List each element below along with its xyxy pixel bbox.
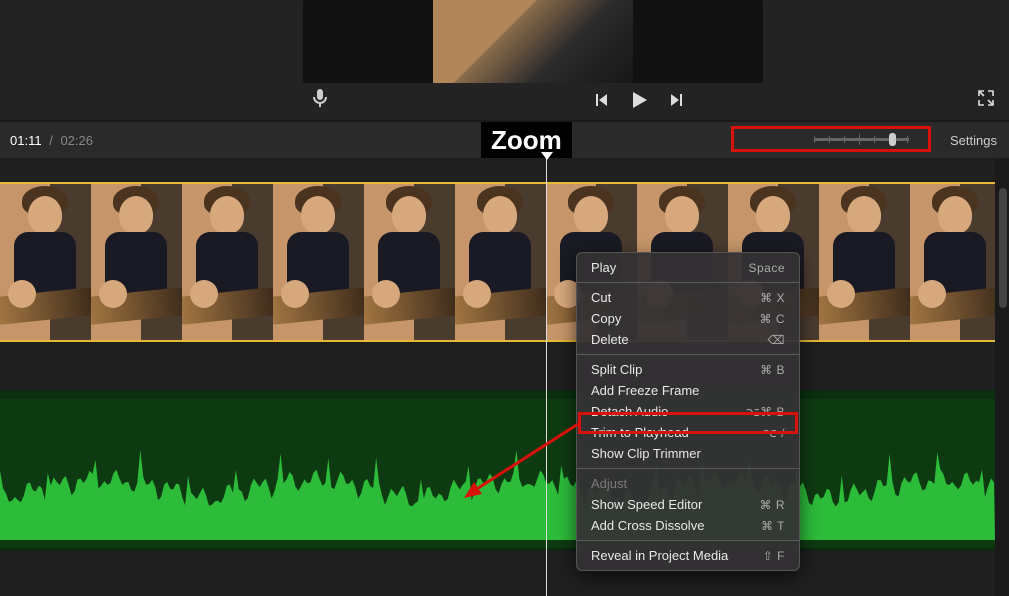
- preview-frame: [433, 0, 633, 83]
- vertical-scrollbar-thumb[interactable]: [999, 188, 1007, 308]
- transport-bar: [303, 85, 1003, 115]
- menu-item-shortcut: ⌘ R: [760, 498, 786, 512]
- vertical-scrollbar[interactable]: [995, 158, 1009, 596]
- menu-item-add-freeze-frame[interactable]: Add Freeze Frame: [577, 380, 799, 401]
- menu-item-show-clip-trimmer[interactable]: Show Clip Trimmer: [577, 443, 799, 464]
- video-thumbnail: [273, 184, 364, 340]
- audio-waveform: [0, 440, 995, 540]
- timeline[interactable]: [0, 158, 995, 596]
- audio-track[interactable]: [0, 390, 995, 550]
- video-thumbnail: [455, 184, 546, 340]
- current-time: 01:11: [10, 133, 42, 148]
- play-icon[interactable]: [629, 90, 649, 110]
- video-thumbnail: [91, 184, 182, 340]
- menu-item-label: Copy: [591, 311, 621, 326]
- menu-item-split-clip[interactable]: Split Clip ⌘ B: [577, 359, 799, 380]
- time-separator: /: [49, 133, 53, 148]
- menu-item-shortcut: Space: [748, 261, 785, 275]
- menu-item-label: Show Speed Editor: [591, 497, 702, 512]
- menu-item-label: Detach Audio: [591, 404, 668, 419]
- voiceover-mic-icon[interactable]: [313, 89, 327, 112]
- menu-item-shortcut: ⌘ B: [760, 363, 785, 377]
- audio-track-header: [0, 391, 995, 399]
- zoom-slider-thumb[interactable]: [889, 133, 896, 146]
- viewer-panel: [0, 0, 1009, 120]
- menu-item-shortcut: ⌥ /: [763, 426, 785, 440]
- menu-separator: [577, 282, 799, 283]
- menu-item-play[interactable]: Play Space: [577, 257, 799, 278]
- menu-item-adjust: Adjust: [577, 473, 799, 494]
- skip-next-icon[interactable]: [669, 92, 685, 108]
- menu-item-shortcut: ⌘ X: [760, 291, 785, 305]
- zoom-slider[interactable]: [814, 138, 909, 141]
- menu-item-delete[interactable]: Delete ⌫: [577, 329, 799, 350]
- menu-item-detach-audio[interactable]: Detach Audio ⌥⌘ B: [577, 401, 799, 422]
- menu-item-reveal-in-project-media[interactable]: Reveal in Project Media ⇧ F: [577, 545, 799, 566]
- menu-item-label: Add Freeze Frame: [591, 383, 699, 398]
- clip-context-menu[interactable]: Play Space Cut ⌘ X Copy ⌘ C Delete ⌫ Split Clip ⌘…: [576, 252, 800, 571]
- zoom-annotation-label: Zoom: [481, 122, 572, 158]
- menu-item-label: Split Clip: [591, 362, 642, 377]
- menu-item-shortcut: ⌫: [768, 333, 785, 347]
- video-thumbnail: [182, 184, 273, 340]
- menu-item-trim-to-playhead[interactable]: Trim to Playhead ⌥ /: [577, 422, 799, 443]
- fullscreen-icon[interactable]: [977, 89, 995, 112]
- playhead[interactable]: [546, 158, 547, 596]
- menu-separator: [577, 540, 799, 541]
- settings-button[interactable]: Settings: [950, 133, 997, 148]
- skip-previous-icon[interactable]: [593, 92, 609, 108]
- menu-item-shortcut: ⌥⌘ B: [746, 405, 785, 419]
- video-thumbnail: [910, 184, 995, 340]
- menu-item-shortcut: ⌘ C: [760, 312, 786, 326]
- total-time: 02:26: [60, 133, 93, 148]
- video-track[interactable]: [0, 182, 995, 342]
- menu-item-shortcut: ⇧ F: [763, 549, 785, 563]
- menu-item-shortcut: ⌘ T: [761, 519, 785, 533]
- video-thumbnail: [819, 184, 910, 340]
- menu-item-label: Trim to Playhead: [591, 425, 689, 440]
- preview-pane[interactable]: [303, 0, 763, 83]
- menu-item-add-cross-dissolve[interactable]: Add Cross Dissolve ⌘ T: [577, 515, 799, 536]
- menu-item-label: Play: [591, 260, 616, 275]
- menu-item-label: Show Clip Trimmer: [591, 446, 701, 461]
- menu-item-show-speed-editor[interactable]: Show Speed Editor ⌘ R: [577, 494, 799, 515]
- menu-item-label: Add Cross Dissolve: [591, 518, 704, 533]
- menu-item-label: Adjust: [591, 476, 627, 491]
- menu-item-cut[interactable]: Cut ⌘ X: [577, 287, 799, 308]
- menu-separator: [577, 354, 799, 355]
- menu-item-label: Delete: [591, 332, 629, 347]
- timeline-info-bar: 01:11 / 02:26 Zoom Settings: [0, 122, 1009, 158]
- menu-separator: [577, 468, 799, 469]
- zoom-slider-highlight: [731, 126, 931, 152]
- timecode: 01:11 / 02:26: [10, 133, 93, 148]
- menu-item-copy[interactable]: Copy ⌘ C: [577, 308, 799, 329]
- menu-item-label: Cut: [591, 290, 611, 305]
- menu-item-label: Reveal in Project Media: [591, 548, 728, 563]
- video-thumbnail: [364, 184, 455, 340]
- video-thumbnail: [0, 184, 91, 340]
